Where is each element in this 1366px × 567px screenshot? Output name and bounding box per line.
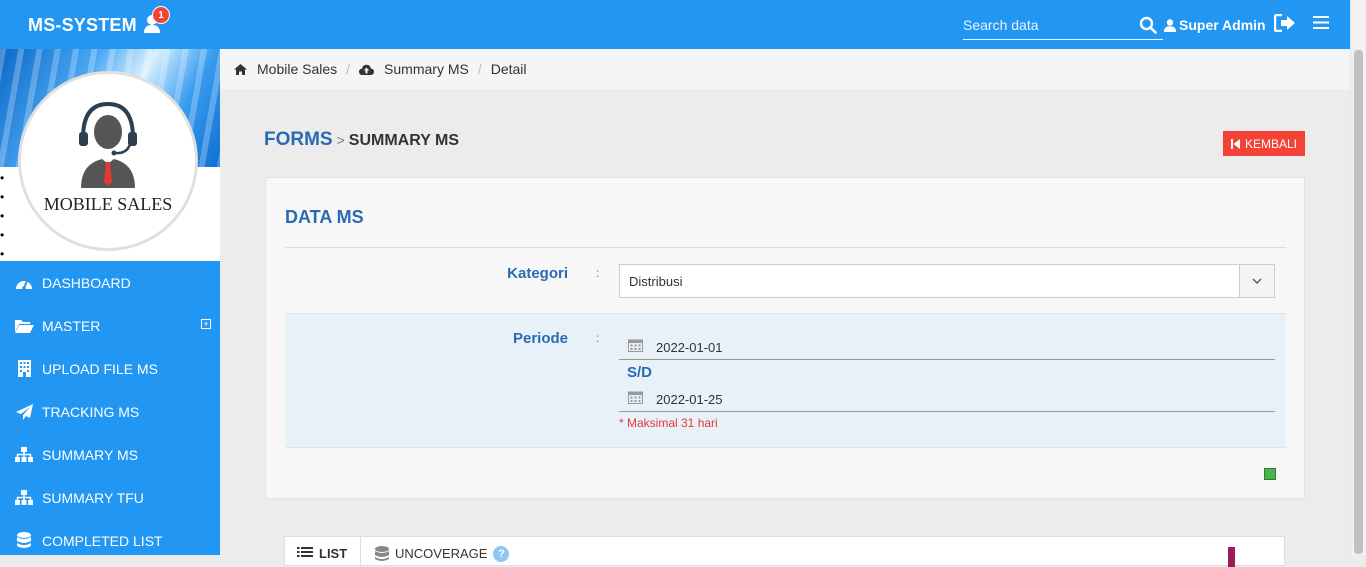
sidebar-item-label: UPLOAD FILE MS — [42, 360, 158, 377]
sidebar-item-label: SUMMARY MS — [42, 446, 138, 463]
search-icon[interactable] — [1139, 16, 1157, 34]
support-agent-icon — [79, 101, 137, 188]
sidebar-item-dashboard[interactable]: DASHBOARD — [0, 261, 220, 304]
start-date-field[interactable]: 2022-01-01 — [619, 330, 1275, 360]
end-date-value: 2022-01-25 — [656, 392, 723, 407]
paper-plane-icon — [14, 403, 34, 421]
page-title-separator: > — [336, 132, 345, 148]
sidebar-item-completed-list[interactable]: COMPLETED LIST — [0, 519, 220, 562]
sidebar-item-label: COMPLETED LIST — [42, 532, 163, 549]
sidebar-item-master[interactable]: MASTER + — [0, 304, 220, 347]
user-icon — [1164, 19, 1176, 32]
page-title-forms: FORMS — [264, 129, 333, 150]
data-ms-card: DATA MS Kategori : Distribusi Periode : … — [265, 177, 1305, 499]
help-icon[interactable]: ? — [493, 546, 510, 562]
breadcrumb-home[interactable]: Mobile Sales — [257, 61, 337, 77]
card-title: DATA MS — [285, 207, 364, 227]
notification-badge: 1 — [152, 6, 170, 24]
search-box — [963, 14, 1163, 40]
top-navbar: MS-SYSTEM 1 Super Admin — [0, 0, 1366, 49]
database-icon — [14, 532, 34, 550]
max-range-hint: * Maksimal 31 hari — [619, 416, 718, 430]
sitemap-icon — [14, 446, 34, 464]
page-scrollbar[interactable] — [1350, 0, 1366, 555]
breadcrumb-separator: / — [346, 61, 351, 77]
building-icon — [14, 360, 34, 378]
status-indicator[interactable] — [1264, 468, 1276, 480]
sidebar: • • • • • MOBILE SALES DASHBOARD MASTER … — [0, 49, 220, 555]
user-name: Super Admin — [1179, 17, 1266, 33]
chevron-down-icon[interactable] — [1239, 265, 1274, 297]
back-button-label: KEMBALI — [1244, 136, 1298, 151]
periode-colon: : — [596, 331, 600, 345]
database-icon — [375, 546, 389, 561]
kategori-label: Kategori — [507, 265, 568, 282]
sidebar-item-label: SUMMARY TFU — [42, 489, 144, 506]
breadcrumb-current: Detail — [490, 61, 527, 77]
periode-label: Periode — [512, 330, 568, 347]
app-brand[interactable]: MS-SYSTEM — [28, 15, 137, 36]
list-icon — [297, 547, 313, 557]
cloud-upload-icon — [359, 64, 375, 75]
legend-marker — [1228, 547, 1235, 567]
sitemap-icon — [14, 489, 34, 507]
tab-list-label: LIST — [319, 546, 348, 561]
kategori-colon: : — [596, 266, 600, 280]
calendar-icon — [628, 339, 643, 352]
sidebar-item-upload-file-ms[interactable]: UPLOAD FILE MS — [0, 347, 220, 390]
logout-icon[interactable] — [1274, 14, 1296, 32]
folder-open-icon — [14, 317, 34, 335]
search-input[interactable] — [963, 14, 1133, 36]
sidebar-item-label: MASTER — [42, 317, 101, 334]
tab-list[interactable]: LIST — [285, 537, 361, 567]
hamburger-menu-icon[interactable] — [1313, 15, 1329, 30]
sd-label: S/D — [627, 364, 653, 381]
sidebar-nav: DASHBOARD MASTER + UPLOAD FILE MS TRACKI… — [0, 261, 220, 562]
sidebar-item-label: TRACKING MS — [42, 403, 140, 420]
end-date-field[interactable]: 2022-01-25 — [619, 382, 1275, 412]
sidebar-item-summary-tfu[interactable]: SUMMARY TFU — [0, 476, 220, 519]
profile-caption: MOBILE SALES — [43, 194, 173, 214]
sidebar-item-tracking-ms[interactable]: TRACKING MS — [0, 390, 220, 433]
page-title-current: SUMMARY MS — [348, 132, 460, 149]
user-menu[interactable]: Super Admin — [1164, 17, 1266, 33]
periode-row: Periode : 2022-01-01 S/D 2022-01-25 * Ma… — [285, 313, 1286, 448]
expand-icon[interactable]: + — [201, 319, 211, 329]
tab-uncoverage[interactable]: UNCOVERAGE ? — [375, 546, 510, 562]
profile-panel: • • • • • MOBILE SALES — [0, 49, 220, 261]
sidebar-item-summary-ms[interactable]: SUMMARY MS — [0, 433, 220, 476]
scrollbar-thumb[interactable] — [1354, 50, 1363, 554]
avatar: MOBILE SALES — [18, 71, 198, 251]
kategori-row: Kategori : Distribusi — [285, 247, 1286, 313]
calendar-icon — [628, 391, 643, 404]
tab-uncoverage-label: UNCOVERAGE — [395, 546, 488, 561]
page-title: FORMS > SUMMARY MS — [264, 129, 459, 151]
backward-step-icon — [1230, 138, 1240, 149]
breadcrumb-section[interactable]: Summary MS — [384, 61, 469, 77]
kategori-select[interactable]: Distribusi — [619, 264, 1275, 298]
sidebar-item-label: DASHBOARD — [42, 274, 131, 291]
breadcrumb-separator: / — [477, 61, 482, 77]
dashboard-icon — [14, 274, 34, 292]
breadcrumb: Mobile Sales / Summary MS / Detail — [220, 49, 1350, 89]
kategori-selected-value: Distribusi — [629, 274, 683, 289]
start-date-value: 2022-01-01 — [656, 340, 723, 355]
back-button[interactable]: KEMBALI — [1223, 131, 1305, 156]
result-tabs: LIST UNCOVERAGE ? — [284, 536, 1285, 567]
home-icon — [234, 63, 247, 75]
sidebar-bullets: • • • • • — [0, 171, 5, 261]
